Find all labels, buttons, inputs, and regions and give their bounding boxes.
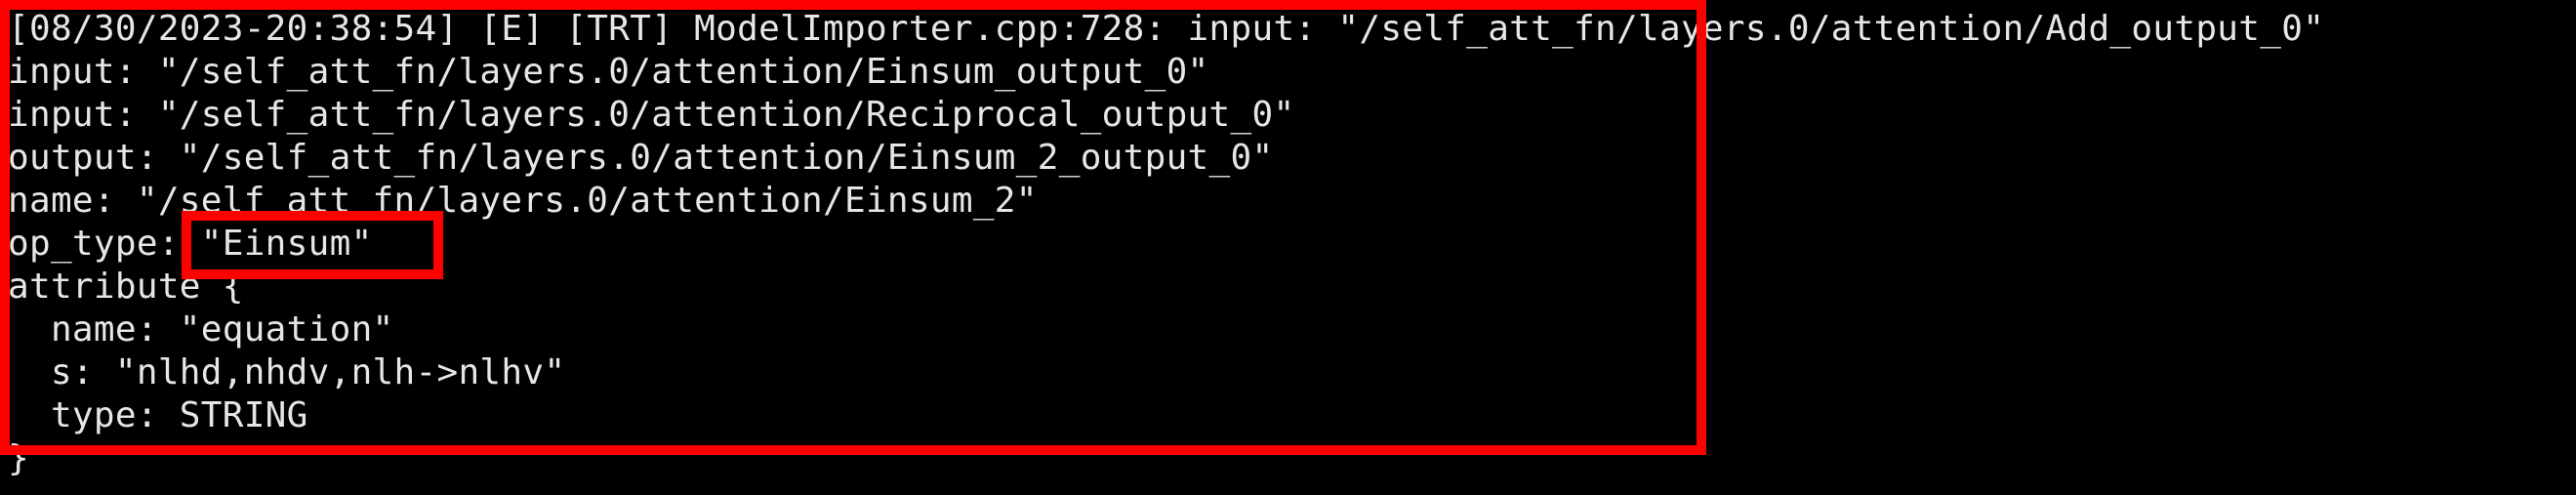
terminal-line-attribute-s: s: "nlhd,nhdv,nlh->nlhv" <box>8 352 566 392</box>
terminal-line-log-header: [08/30/2023-20:38:54] [E] [TRT] ModelImp… <box>8 9 2325 49</box>
terminal-line-output: output: "/self_att_fn/layers.0/attention… <box>8 138 1274 178</box>
terminal-line-op-type: op_type: "Einsum" <box>8 224 373 264</box>
terminal-line-input-einsum: input: "/self_att_fn/layers.0/attention/… <box>8 52 1209 92</box>
terminal-line-attribute-type: type: STRING <box>8 395 308 435</box>
terminal-line-attribute-close: } <box>8 438 29 478</box>
terminal-line-name: name: "/self_att_fn/layers.0/attention/E… <box>8 181 1038 221</box>
terminal-line-attribute-name: name: "equation" <box>8 309 394 350</box>
terminal-window[interactable]: [08/30/2023-20:38:54] [E] [TRT] ModelImp… <box>0 0 2576 495</box>
terminal-line-input-reciprocal: input: "/self_att_fn/layers.0/attention/… <box>8 95 1295 135</box>
terminal-line-attribute-open: attribute { <box>8 267 244 307</box>
